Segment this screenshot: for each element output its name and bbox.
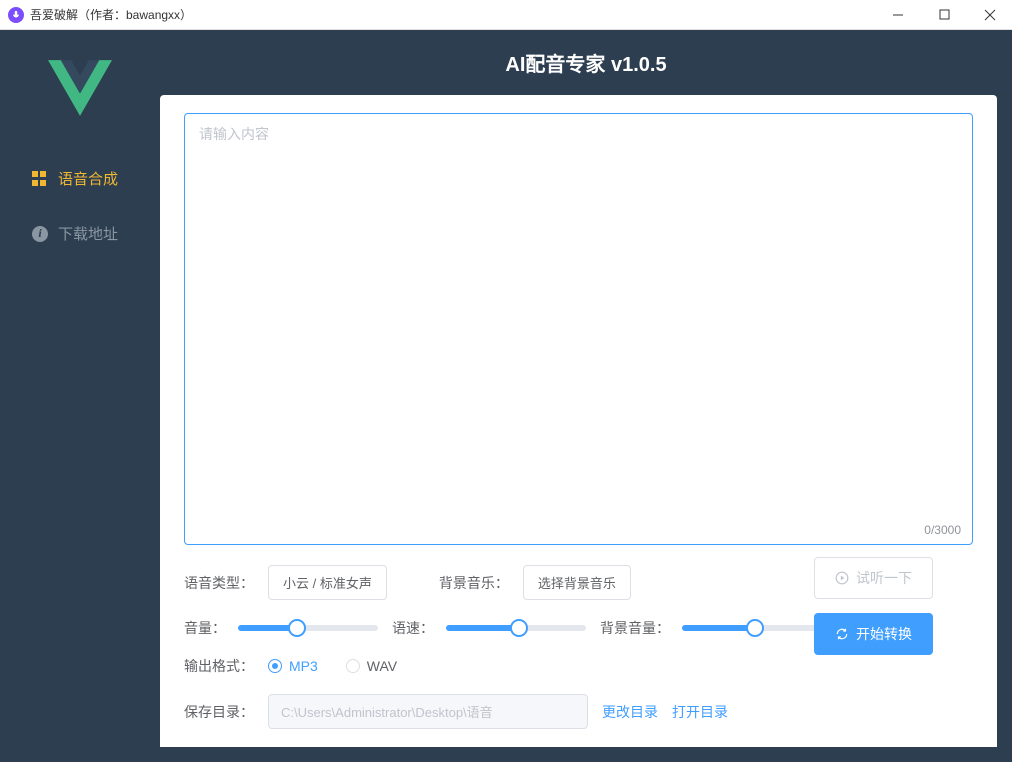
bg-volume-slider[interactable]: [682, 625, 822, 631]
nav-label: 下载地址: [58, 223, 118, 244]
bg-music-select[interactable]: 选择背景音乐: [523, 565, 631, 600]
titlebar: 吾爱破解（作者：bawangxx）: [0, 0, 1012, 30]
radio-wav[interactable]: WAV: [346, 658, 397, 674]
radio-circle: [268, 659, 282, 673]
convert-button[interactable]: 开始转换: [814, 613, 933, 655]
nav-label: 语音合成: [58, 168, 118, 189]
page-title: AI配音专家 v1.0.5: [505, 48, 666, 77]
voice-type-select[interactable]: 小云 / 标准女声: [268, 565, 387, 600]
maximize-button[interactable]: [930, 5, 958, 25]
sidebar: 语音合成 i 下载地址: [0, 30, 160, 762]
refresh-icon: [835, 627, 849, 641]
content-textarea[interactable]: [184, 113, 973, 545]
voice-type-label: 语音类型：: [184, 573, 254, 593]
nav-item-download[interactable]: i 下载地址: [0, 206, 160, 261]
save-dir-input: C:\Users\Administrator\Desktop\语音: [268, 694, 588, 729]
minimize-button[interactable]: [884, 5, 912, 25]
volume-label: 音量：: [184, 618, 228, 638]
logo: [0, 60, 160, 116]
info-icon: i: [32, 226, 48, 242]
nav-item-tts[interactable]: 语音合成: [0, 151, 160, 206]
close-button[interactable]: [976, 5, 1004, 25]
slider-thumb[interactable]: [746, 619, 764, 637]
grid-icon: [32, 171, 48, 187]
open-dir-link[interactable]: 打开目录: [672, 702, 728, 722]
speed-slider[interactable]: [446, 625, 586, 631]
preview-button[interactable]: 试听一下: [814, 557, 933, 599]
radio-circle: [346, 659, 360, 673]
volume-slider[interactable]: [238, 625, 378, 631]
app-icon: [8, 7, 24, 23]
window-title: 吾爱破解（作者：bawangxx）: [30, 6, 884, 23]
slider-thumb[interactable]: [288, 619, 306, 637]
char-count: 0/3000: [924, 523, 961, 537]
save-dir-label: 保存目录：: [184, 702, 254, 722]
change-dir-link[interactable]: 更改目录: [602, 702, 658, 722]
speed-label: 语速：: [392, 618, 436, 638]
output-format-label: 输出格式：: [184, 656, 254, 676]
header: AI配音专家 v1.0.5: [160, 30, 1012, 95]
bg-volume-label: 背景音量：: [600, 618, 672, 638]
play-icon: [835, 571, 849, 585]
bg-music-label: 背景音乐：: [439, 573, 509, 593]
slider-thumb[interactable]: [510, 619, 528, 637]
radio-mp3[interactable]: MP3: [268, 658, 318, 674]
